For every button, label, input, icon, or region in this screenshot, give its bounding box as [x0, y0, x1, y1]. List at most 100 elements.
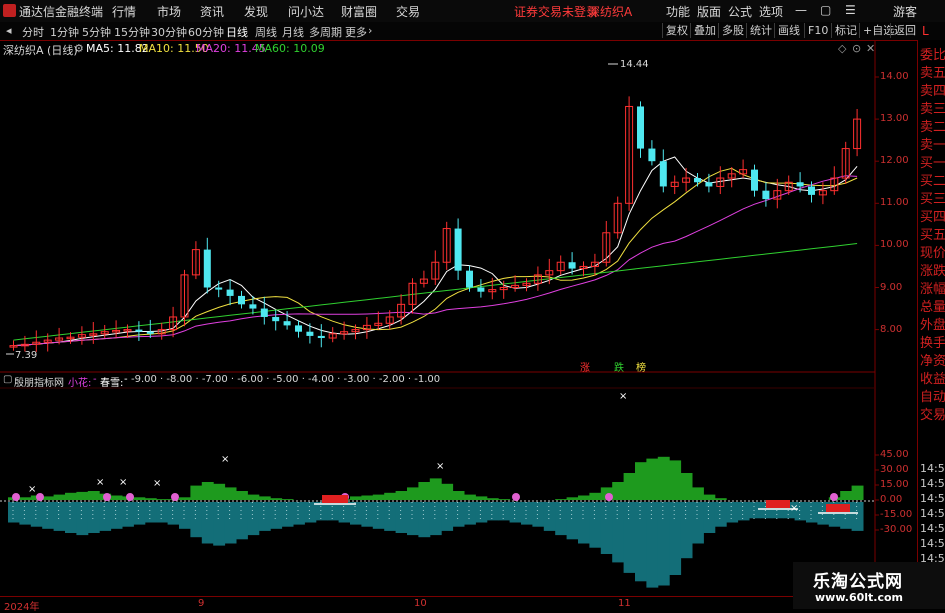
side-panel-label[interactable]: 卖四: [920, 80, 945, 99]
indicator-bar-teal: [680, 502, 693, 559]
indicator-bar-teal: [30, 502, 43, 527]
indicator-bar-green: [635, 462, 647, 500]
trade-time: 14:56: [920, 507, 945, 520]
indicator-bar-green: [76, 491, 89, 500]
indicator-bar-green: [623, 473, 636, 500]
indicator-info-bar: ▢ 殷朋指标网 小花: - 春雪: - -9.00 · -8.00 · -7.0…: [0, 373, 875, 389]
indicator-bar-teal: [156, 502, 169, 523]
side-panel-label[interactable]: 卖二: [920, 116, 945, 135]
side-panel-label[interactable]: 净资: [920, 350, 945, 369]
side-panel-label[interactable]: 总量: [920, 296, 945, 315]
indicator-bar-green: [270, 498, 283, 500]
indicator-bar-teal: [714, 502, 727, 527]
price-tick: 8.00: [880, 323, 903, 335]
indicator-bar-green: [190, 485, 203, 500]
side-panel-label[interactable]: 交易: [920, 404, 945, 423]
series-b-label: 春雪:: [100, 378, 124, 389]
side-panel-label[interactable]: 卖五: [920, 62, 945, 81]
indicator-bar-teal: [350, 502, 362, 525]
indicator-bar-teal: [486, 502, 499, 521]
indicator-bar-green: [53, 494, 66, 500]
side-panel-label[interactable]: 买一: [920, 152, 945, 171]
indicator-bar-green: [464, 494, 476, 500]
candle-body-down: [659, 161, 667, 187]
indicator-bar-teal: [623, 502, 636, 573]
indicator-bar-green: [281, 499, 294, 500]
indicator-bar-green: [475, 496, 488, 500]
candle-body-down: [295, 325, 302, 332]
time-axis: 2024年 9 10 11: [0, 596, 875, 613]
indicator-bar-teal: [635, 502, 647, 582]
kline-chart[interactable]: ××××××××: [0, 0, 945, 609]
indicator-bar-green: [429, 478, 442, 500]
indicator-bar-green: [646, 458, 659, 500]
indicator-tick: -30.00: [880, 524, 913, 535]
indicator-bar-teal: [612, 502, 625, 563]
side-panel-label[interactable]: 涨跌: [920, 260, 945, 279]
tag-up[interactable]: 涨: [580, 359, 590, 374]
indicator-bar-teal: [110, 502, 123, 529]
side-panel-label[interactable]: 买五: [920, 224, 945, 243]
indicator-bar-teal: [281, 502, 294, 527]
flower-marker: [36, 493, 44, 501]
indicator-bar-green: [498, 499, 511, 500]
indicator-bar-teal: [600, 502, 613, 554]
candle-body-down: [648, 148, 656, 162]
side-panel-label[interactable]: 委比: [920, 44, 945, 63]
tag-down[interactable]: 跌: [614, 359, 624, 374]
indicator-bar-teal: [99, 502, 112, 531]
trade-time: 14:56: [920, 477, 945, 490]
x-label-year: 2024年: [4, 602, 40, 613]
side-panel-label[interactable]: 换手: [920, 332, 945, 351]
quote-side-panel: 委比 卖五 卖四 卖三 卖二 卖一 买一 买二 买三 买四 买五 现价 涨跌 涨幅 总量 外盘 换手 净资 收益 自动…: [917, 40, 945, 610]
indicator-bar-teal: [213, 502, 226, 546]
side-panel-label[interactable]: 买三: [920, 188, 945, 207]
indicator-bar-green: [714, 498, 727, 500]
candle-body-down: [260, 308, 268, 317]
flower-marker: [830, 493, 838, 501]
indicator-bar-teal: [53, 502, 66, 531]
series-a-value: -: [93, 374, 97, 385]
candle-body-down: [568, 262, 576, 269]
candle-body-down: [808, 186, 815, 195]
indicator-bar-teal: [8, 502, 20, 523]
indicator-bar-teal: [144, 502, 157, 523]
candle-body-down: [203, 249, 211, 288]
indicator-bar-teal: [692, 502, 704, 544]
indicator-bar-teal: [270, 502, 283, 529]
indicator-bar-teal: [407, 502, 419, 536]
indicator-bar-teal: [532, 502, 545, 527]
side-panel-label[interactable]: 买二: [920, 170, 945, 189]
indicator-bar-green: [589, 492, 602, 500]
side-panel-label[interactable]: 外盘: [920, 314, 945, 333]
candle-body-down: [705, 182, 713, 187]
flower-marker: [103, 493, 111, 501]
indicator-bar-green: [247, 494, 260, 500]
x-label-nov: 11: [618, 598, 631, 609]
candle-body-down: [135, 329, 143, 332]
indicator-levels: -9.00 · -8.00 · -7.00 · -6.00 · -5.00 · …: [131, 374, 441, 385]
side-panel-label[interactable]: 卖一: [920, 134, 945, 153]
side-panel-label[interactable]: 自动: [920, 386, 945, 405]
collapse-sub-icon[interactable]: ▢: [3, 374, 12, 385]
indicator-tick: 45.00: [880, 449, 909, 460]
indicator-bar-green: [133, 497, 146, 500]
tag-rank[interactable]: 榜: [636, 359, 646, 374]
indicator-bar-green: [692, 487, 704, 500]
side-panel-label[interactable]: 卖三: [920, 98, 945, 117]
indicator-bar-green: [19, 497, 32, 500]
indicator-bar-green: [179, 497, 191, 500]
candle-body-down: [146, 331, 154, 334]
cross-marker: ×: [96, 477, 104, 488]
indicator-bar-teal: [361, 502, 374, 527]
candle-body-down: [751, 169, 758, 191]
side-panel-label[interactable]: 现价: [920, 242, 945, 261]
side-panel-label[interactable]: 收益: [920, 368, 945, 387]
indicator-bar-teal: [749, 502, 761, 519]
side-panel-label[interactable]: 涨幅: [920, 278, 945, 297]
indicator-bar-green: [555, 499, 568, 500]
indicator-bar-teal: [76, 502, 89, 536]
flower-marker: [126, 493, 134, 501]
side-panel-label[interactable]: 买四: [920, 206, 945, 225]
candle-body-down: [454, 228, 462, 271]
